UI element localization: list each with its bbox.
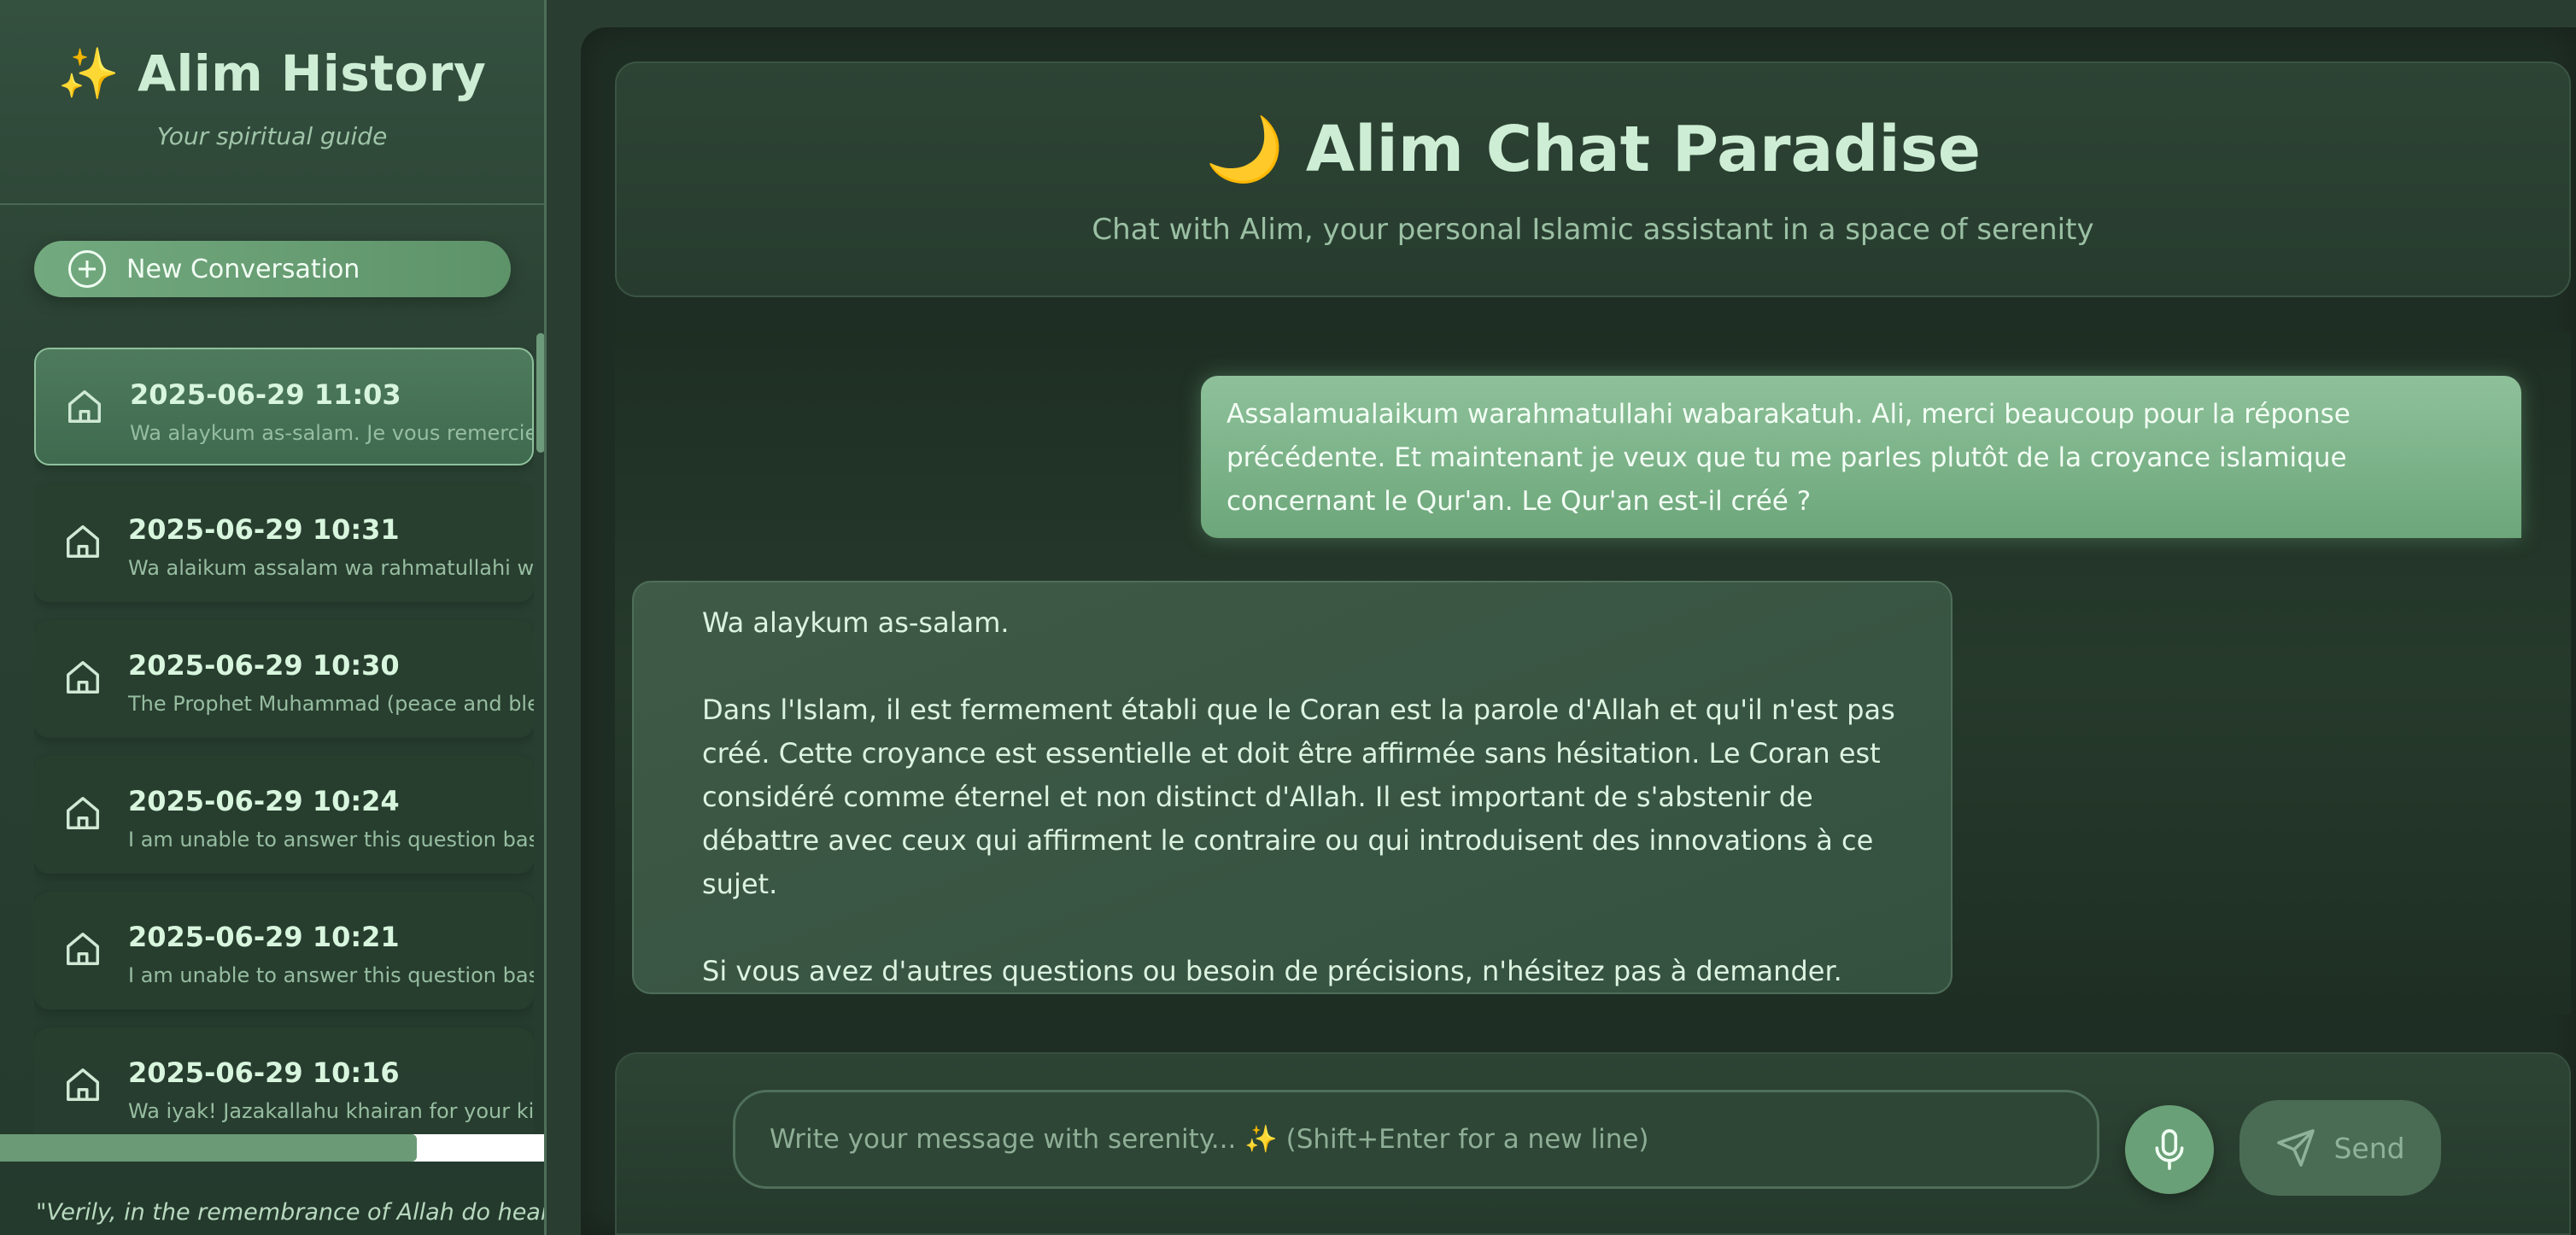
conversation-item[interactable]: 2025-06-29 10:24 I am unable to answer t…	[34, 756, 534, 874]
send-label: Send	[2333, 1131, 2405, 1165]
plus-circle-icon	[68, 250, 106, 288]
conversation-date: 2025-06-29 11:03	[130, 378, 401, 411]
microphone-icon	[2155, 1129, 2184, 1170]
new-conversation-button[interactable]: New Conversation	[34, 241, 511, 297]
conversation-preview: The Prophet Muhammad (peace and blessing…	[128, 692, 534, 716]
sidebar: ✨ Alim History Your spiritual guide New …	[0, 0, 547, 1235]
assistant-message-paragraph: Dans l'Islam, il est fermement établi qu…	[702, 694, 1895, 900]
user-message: Assalamualaikum warahmatullahi wabarakat…	[1201, 376, 2521, 538]
home-icon	[67, 525, 99, 558]
home-icon	[67, 797, 99, 829]
home-icon	[67, 1068, 99, 1101]
chat-panel: 🌙 Alim Chat Paradise Chat with Alim, you…	[581, 27, 2576, 1235]
conversation-item[interactable]: 2025-06-29 10:31 Wa alaikum assalam wa r…	[34, 484, 534, 602]
conversation-item[interactable]: 2025-06-29 10:16 Wa iyak! Jazakallahu kh…	[34, 1027, 534, 1133]
conversation-date: 2025-06-29 10:21	[128, 921, 400, 953]
microphone-button[interactable]	[2125, 1105, 2214, 1194]
conversation-preview: Wa alaykum as-salam. Je vous remercie po…	[130, 421, 534, 445]
message-area[interactable]: Assalamualaikum warahmatullahi wabarakat…	[615, 331, 2571, 1015]
page-subtitle: Chat with Alim, your personal Islamic as…	[1092, 213, 2094, 247]
conversation-list: 2025-06-29 11:03 Wa alaykum as-salam. Je…	[34, 348, 534, 1133]
sidebar-quote: "Verily, in the remembrance of Allah do …	[36, 1199, 547, 1226]
assistant-message-paragraph: Wa alaykum as-salam.	[702, 606, 1010, 639]
conversation-date: 2025-06-29 10:30	[128, 649, 400, 682]
conversation-preview: I am unable to answer this question base…	[128, 828, 534, 852]
paper-plane-icon	[2277, 1129, 2315, 1167]
conversation-date: 2025-06-29 10:24	[128, 785, 400, 817]
sidebar-subtitle: Your spiritual guide	[156, 122, 388, 150]
conversation-preview: Wa alaikum assalam wa rahmatullahi wa ba…	[128, 556, 534, 580]
conversation-date: 2025-06-29 10:31	[128, 513, 400, 546]
page-title: 🌙 Alim Chat Paradise	[1204, 113, 1982, 186]
send-button[interactable]: Send	[2239, 1100, 2441, 1196]
sidebar-header: ✨ Alim History Your spiritual guide	[0, 0, 544, 205]
conversation-item[interactable]: 2025-06-29 10:30 The Prophet Muhammad (p…	[34, 620, 534, 738]
sidebar-horizontal-scrollbar[interactable]	[0, 1134, 544, 1162]
sidebar-vertical-scrollbar[interactable]	[536, 333, 544, 453]
new-conversation-label: New Conversation	[126, 254, 360, 284]
conversation-preview: Wa iyak! Jazakallahu khairan for your ki…	[128, 1099, 534, 1123]
home-icon	[67, 661, 99, 694]
scrollbar-thumb[interactable]	[0, 1134, 417, 1162]
conversation-item[interactable]: 2025-06-29 10:21 I am unable to answer t…	[34, 892, 534, 1010]
assistant-message: Wa alaykum as-salam. Dans l'Islam, il es…	[632, 581, 1952, 994]
conversation-preview: I am unable to answer this question base…	[128, 963, 534, 987]
sidebar-title: ✨ Alim History	[57, 44, 487, 102]
home-icon	[67, 933, 99, 965]
message-input[interactable]	[733, 1090, 2099, 1189]
assistant-message-paragraph: Si vous avez d'autres questions ou besoi…	[702, 955, 1842, 987]
conversation-item[interactable]: 2025-06-29 11:03 Wa alaykum as-salam. Je…	[34, 348, 534, 465]
conversation-date: 2025-06-29 10:16	[128, 1056, 400, 1089]
composer: Send	[615, 1052, 2571, 1235]
home-icon	[68, 390, 101, 423]
chat-header: 🌙 Alim Chat Paradise Chat with Alim, you…	[615, 61, 2571, 297]
